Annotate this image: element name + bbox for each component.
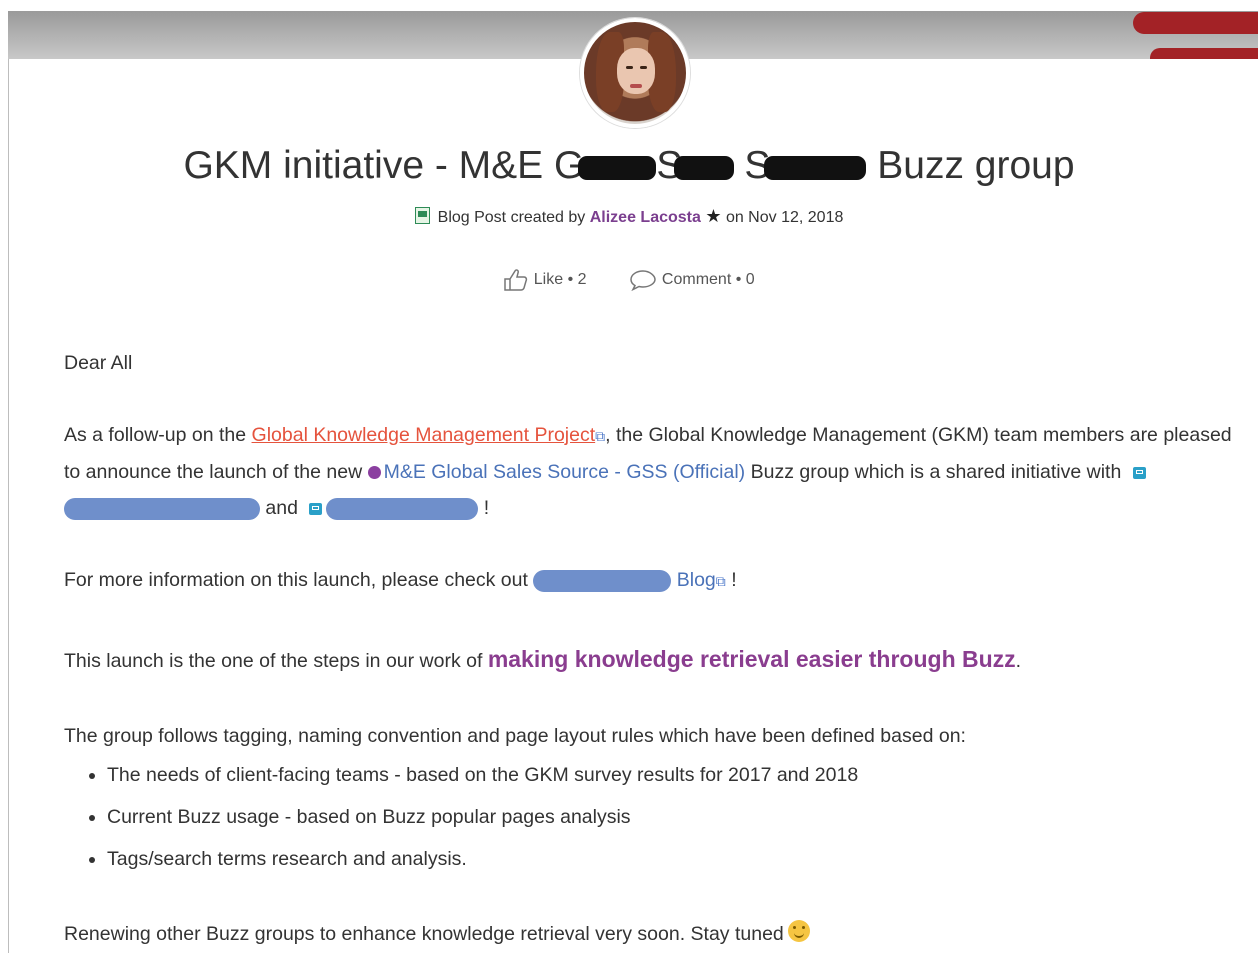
document-icon bbox=[414, 207, 430, 224]
paragraph-steps: This launch is the one of the steps in o… bbox=[64, 646, 1022, 672]
post-meta: Blog Post created by Alizee Lacosta ★ on… bbox=[0, 206, 1258, 227]
list-item: The needs of client-facing teams - based… bbox=[107, 754, 1244, 796]
gss-group-link[interactable]: M&E Global Sales Source - GSS (Official) bbox=[384, 461, 746, 483]
paragraph-rules: The group follows tagging, naming conven… bbox=[64, 725, 966, 747]
greeting: Dear All bbox=[64, 352, 133, 374]
meta-prefix: Blog Post created by bbox=[437, 209, 586, 226]
avatar-eye bbox=[626, 66, 633, 69]
banner-red-tab[interactable] bbox=[1133, 12, 1258, 34]
redacted-group-link[interactable] bbox=[326, 497, 479, 520]
comment-label: Comment bbox=[661, 271, 732, 288]
external-link-icon: ⧉ bbox=[715, 573, 726, 589]
external-link-icon: ⧉ bbox=[595, 428, 606, 444]
like-label: Like bbox=[533, 271, 564, 288]
star-icon: ★ bbox=[705, 206, 722, 226]
thumbs-up-icon bbox=[504, 269, 528, 291]
redacted-text bbox=[764, 155, 867, 180]
post-title: GKM initiative - M&E GSS Buzz group bbox=[0, 144, 1258, 188]
post-body: Dear All As a follow-up on the Global Kn… bbox=[64, 345, 1244, 952]
comment-button[interactable]: Comment • 0 bbox=[629, 270, 755, 292]
post-date: on Nov 12, 2018 bbox=[725, 209, 844, 226]
like-button[interactable]: Like • 2 bbox=[503, 269, 591, 291]
redacted-text bbox=[578, 155, 657, 180]
paragraph-more-info: For more information on this launch, ple… bbox=[64, 569, 737, 592]
paragraph-closing: Renewing other Buzz groups to enhance kn… bbox=[64, 916, 1244, 952]
highlight-text: making knowledge retrieval easier throug… bbox=[487, 646, 1016, 672]
smiley-icon bbox=[787, 920, 810, 942]
redacted-group-link[interactable] bbox=[64, 497, 260, 520]
author-avatar[interactable] bbox=[580, 18, 690, 128]
redacted-text bbox=[674, 155, 735, 180]
group-icon bbox=[309, 503, 323, 515]
group-icon bbox=[1132, 467, 1146, 479]
rules-list: The needs of client-facing teams - based… bbox=[64, 754, 1244, 880]
list-item: Current Buzz usage - based on Buzz popul… bbox=[107, 796, 1244, 838]
speech-bubble-icon bbox=[630, 270, 657, 292]
title-text: Buzz group bbox=[866, 144, 1075, 187]
title-text: GKM initiative - M&E G bbox=[183, 144, 585, 187]
paragraph-intro: As a follow-up on the Global Knowledge M… bbox=[64, 424, 1232, 520]
redacted-blog-link[interactable] bbox=[533, 569, 672, 592]
separator: • bbox=[735, 271, 742, 288]
avatar-lips bbox=[630, 84, 642, 88]
avatar-eye bbox=[640, 66, 647, 69]
social-actions: Like • 2 Comment • 0 bbox=[0, 268, 1258, 292]
comment-count: 0 bbox=[745, 271, 755, 288]
blog-link[interactable]: Blog bbox=[677, 569, 716, 591]
separator: • bbox=[567, 271, 574, 288]
list-item: Tags/search terms research and analysis. bbox=[107, 838, 1244, 880]
author-link[interactable]: Alizee Lacosta bbox=[590, 209, 701, 226]
group-badge-icon bbox=[367, 466, 381, 479]
like-count: 2 bbox=[577, 271, 587, 288]
gkm-project-link[interactable]: Global Knowledge Management Project bbox=[252, 424, 596, 446]
